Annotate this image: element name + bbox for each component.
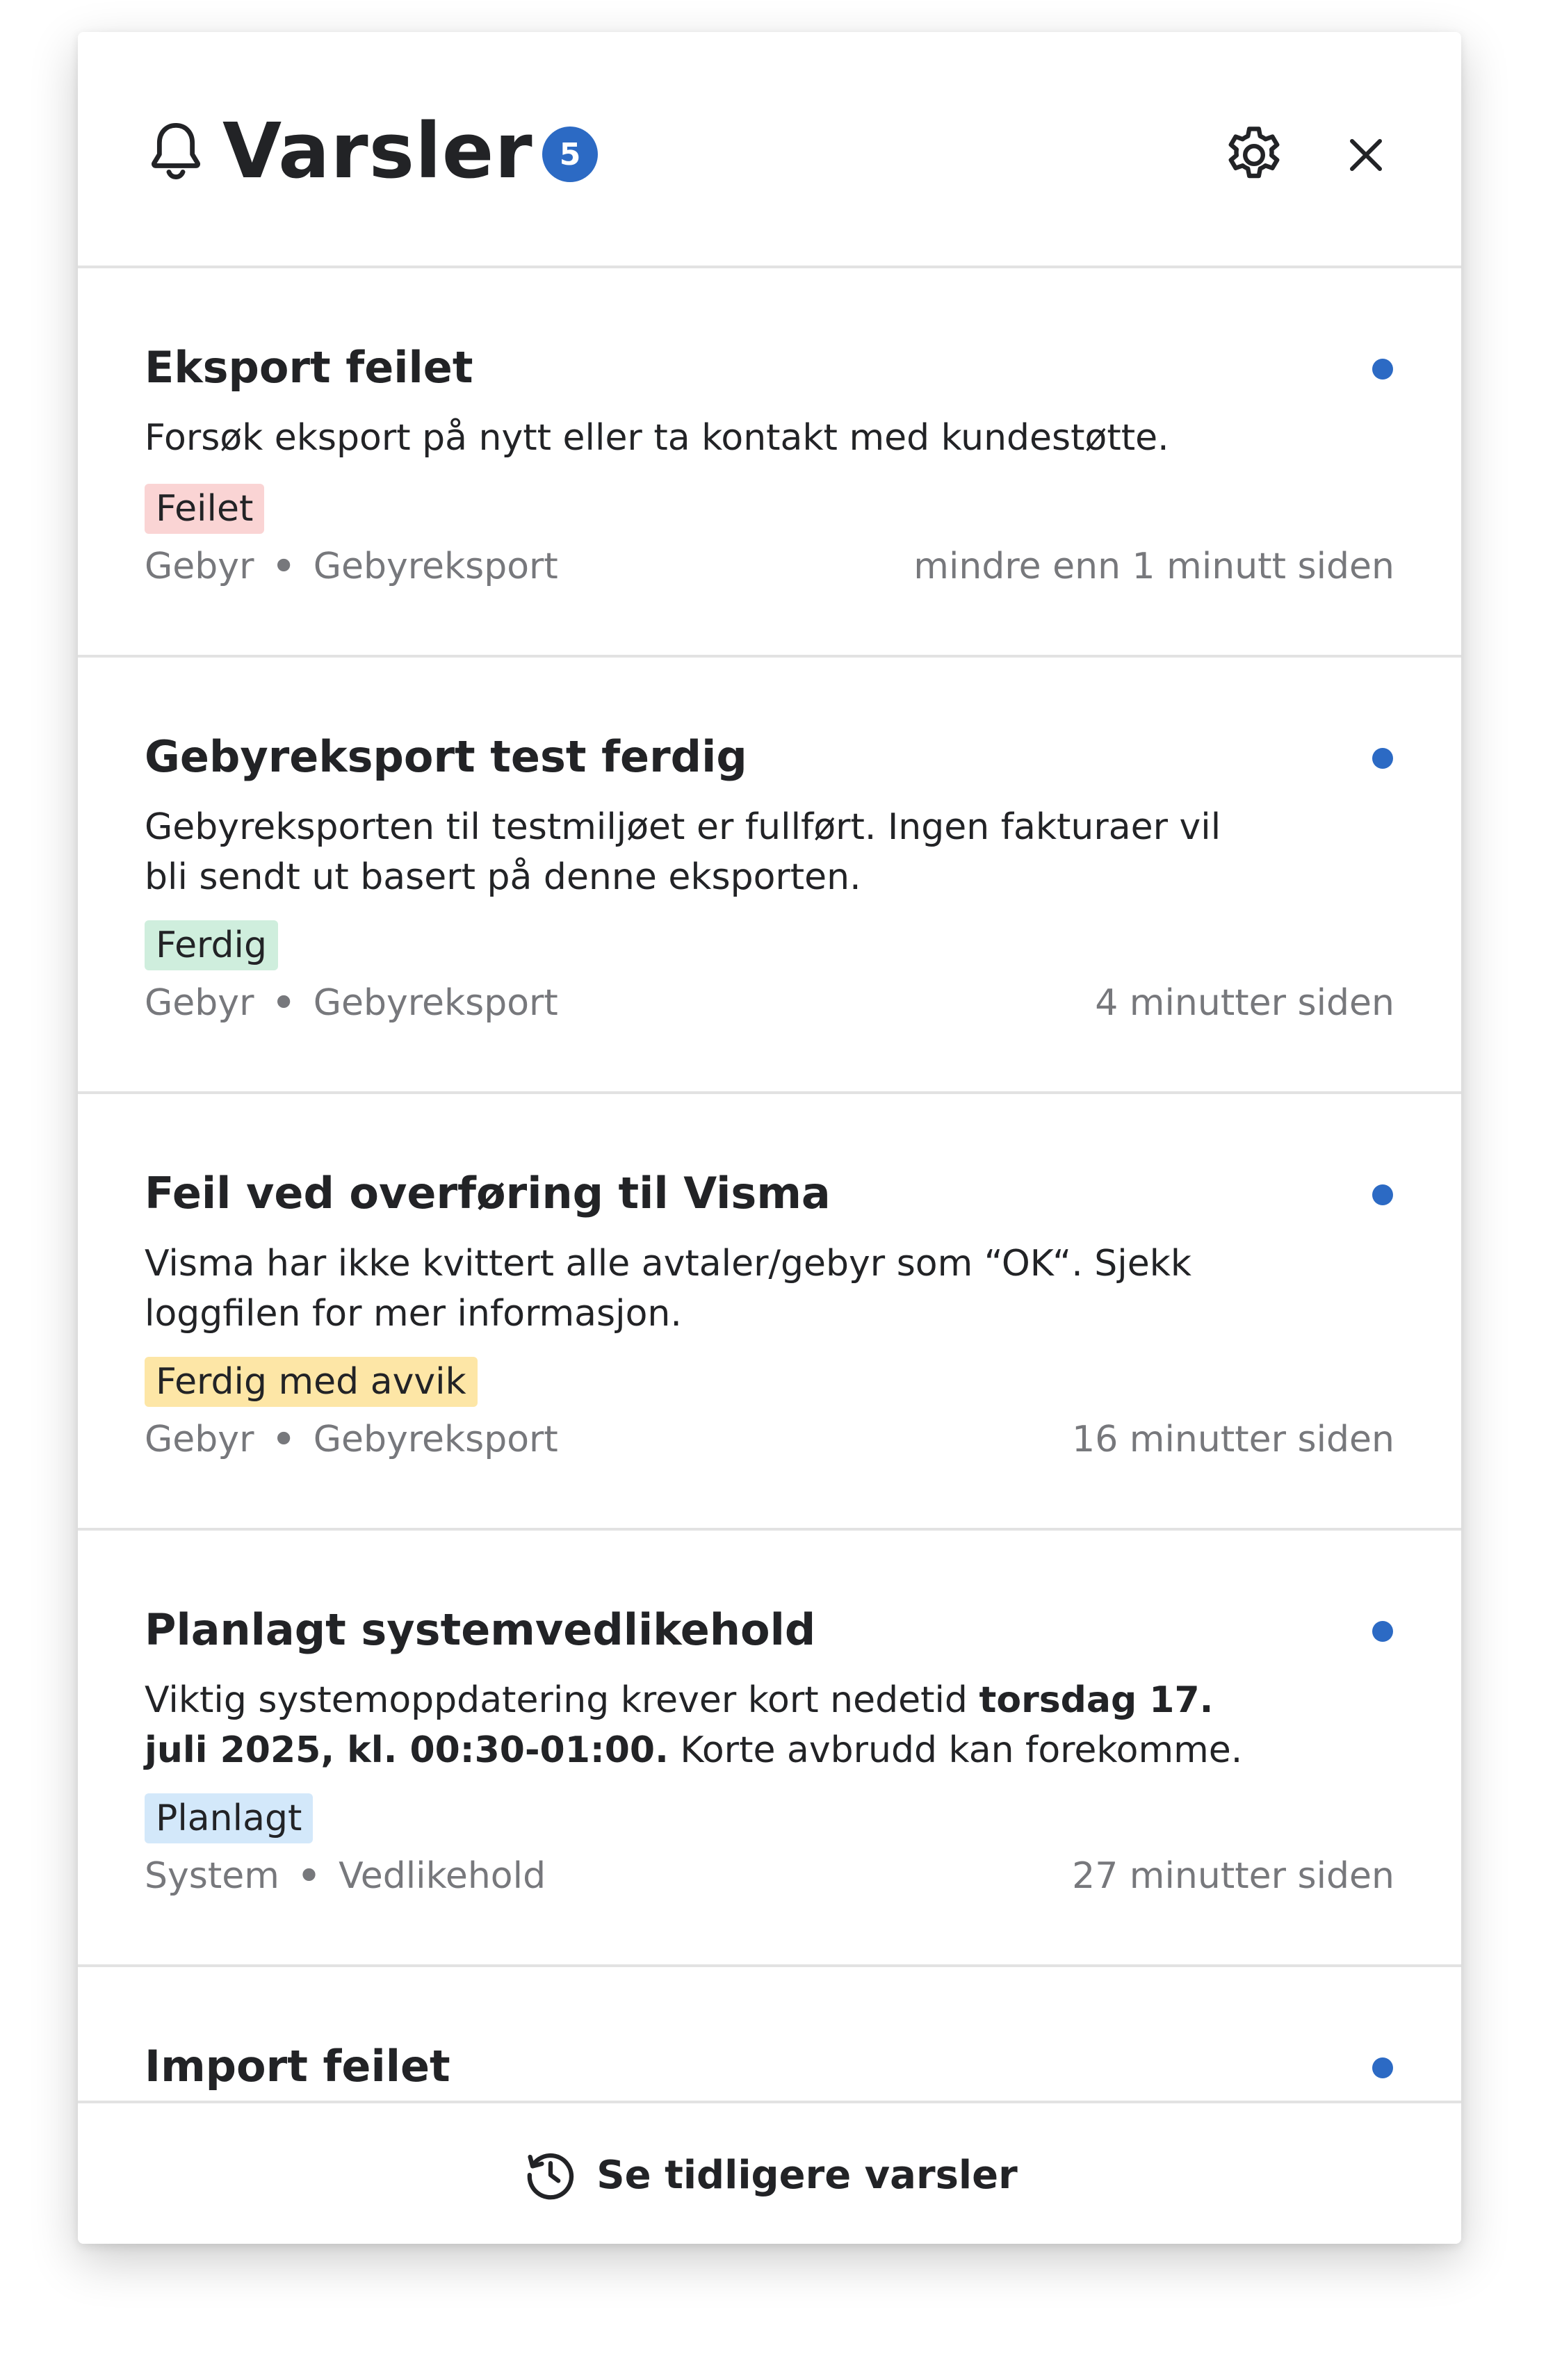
- status-badge: Feilet: [145, 484, 265, 534]
- notification-description: Gebyreksporten til testmiljøet er fullfø…: [145, 806, 1221, 898]
- notification-title: Planlagt systemvedlikehold: [145, 1604, 816, 1655]
- settings-button[interactable]: [1218, 119, 1290, 191]
- gear-icon: [1228, 127, 1280, 179]
- notification-meta: Gebyr • Gebyreksport: [145, 981, 558, 1025]
- notification-item[interactable]: Eksport feilet Forsøk eksport på nytt el…: [78, 268, 1461, 658]
- notification-category: System: [145, 1855, 279, 1897]
- notification-time: mindre enn 1 minutt siden: [913, 546, 1394, 587]
- history-icon: [528, 2153, 574, 2200]
- status-badge: Ferdig med avvik: [145, 1357, 478, 1407]
- separator-dot: •: [272, 982, 295, 1024]
- notification-title: Feil ved overføring til Visma: [145, 1168, 831, 1218]
- unread-indicator: [1372, 359, 1393, 380]
- unread-indicator: [1372, 748, 1393, 769]
- notification-item[interactable]: Gebyreksport test ferdig Gebyreksporten …: [78, 658, 1461, 1094]
- separator-dot: •: [297, 1855, 321, 1897]
- notification-item[interactable]: Import feilet: [78, 1967, 1461, 2101]
- bell-icon: [152, 122, 200, 179]
- notification-time: 27 minutter siden: [1072, 1855, 1394, 1897]
- unread-indicator: [1372, 1621, 1393, 1642]
- notification-time: 16 minutter siden: [1072, 1419, 1394, 1460]
- notification-title: Eksport feilet: [145, 342, 473, 393]
- unread-count-badge: 5: [542, 127, 598, 182]
- notifications-panel: Varsler 5 Eksport feilet Forsøk eksport …: [78, 32, 1461, 2244]
- notification-time: 4 minutter siden: [1095, 982, 1394, 1024]
- description-text: Viktig systemoppdatering krever kort ned…: [145, 1679, 968, 1721]
- notification-list: Eksport feilet Forsøk eksport på nytt el…: [78, 268, 1461, 2101]
- notification-category: Gebyr: [145, 1419, 254, 1460]
- unread-indicator: [1372, 2057, 1393, 2078]
- notification-title: Gebyreksport test ferdig: [145, 731, 747, 782]
- notification-meta: System • Vedlikehold: [145, 1855, 546, 1898]
- unread-indicator: [1372, 1184, 1393, 1205]
- notification-source: Gebyreksport: [313, 1419, 558, 1460]
- history-label: Se tidligere varsler: [596, 2152, 1018, 2198]
- notification-source: Vedlikehold: [339, 1855, 546, 1897]
- history-button[interactable]: Se tidligere varsler: [521, 2146, 1018, 2204]
- notification-item[interactable]: Planlagt systemvedlikehold Viktig system…: [78, 1531, 1461, 1967]
- notification-meta: Gebyr • Gebyreksport: [145, 1418, 558, 1461]
- separator-dot: •: [272, 546, 295, 587]
- panel-header: Varsler 5: [78, 32, 1461, 268]
- notification-description: Visma har ikke kvittert alle avtaler/geb…: [145, 1243, 1191, 1335]
- status-badge: Planlagt: [145, 1793, 314, 1843]
- notification-title: Import feilet: [145, 2041, 450, 2092]
- notification-description: Forsøk eksport på nytt eller ta kontakt …: [145, 417, 1169, 459]
- notification-meta: Gebyr • Gebyreksport: [145, 545, 558, 588]
- page-title: Varsler: [222, 106, 533, 195]
- status-badge: Ferdig: [145, 920, 278, 970]
- close-button[interactable]: [1335, 124, 1397, 186]
- separator-dot: •: [272, 1419, 295, 1460]
- close-icon: [1350, 139, 1382, 171]
- description-text: Korte avbrudd kan forekomme.: [680, 1729, 1243, 1771]
- notification-item[interactable]: Feil ved overføring til Visma Visma har …: [78, 1094, 1461, 1531]
- panel-footer: Se tidligere varsler: [78, 2101, 1461, 2244]
- notification-category: Gebyr: [145, 982, 254, 1024]
- notification-category: Gebyr: [145, 546, 254, 587]
- notification-source: Gebyreksport: [313, 546, 558, 587]
- notification-source: Gebyreksport: [313, 982, 558, 1024]
- notification-description: Viktig systemoppdatering krever kort ned…: [145, 1675, 1271, 1775]
